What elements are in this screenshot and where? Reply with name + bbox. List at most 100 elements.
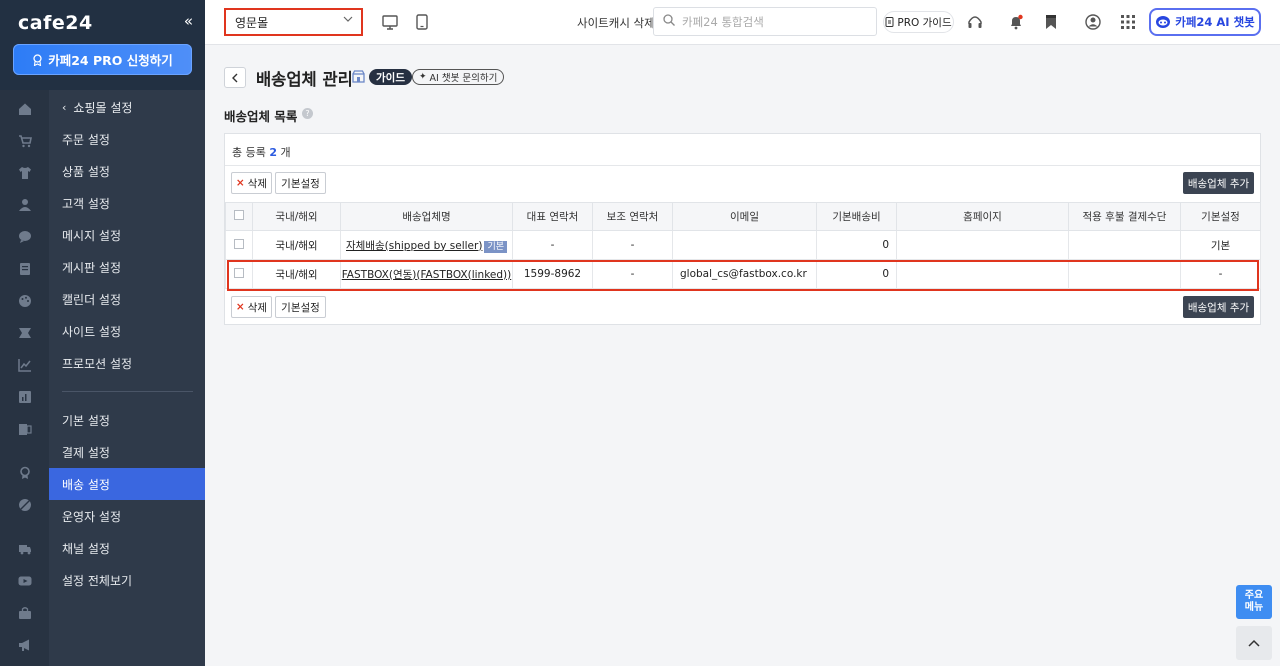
medal-icon[interactable] bbox=[17, 465, 32, 480]
cell-fee: 0 bbox=[816, 230, 897, 260]
delete-label: 삭제 bbox=[247, 301, 268, 314]
report-icon[interactable] bbox=[17, 389, 32, 404]
search-input[interactable]: 카페24 통합검색 bbox=[653, 7, 877, 36]
delete-label: 삭제 bbox=[247, 177, 268, 190]
chevron-down-icon bbox=[343, 14, 353, 27]
youtube-icon[interactable] bbox=[17, 573, 32, 588]
menu-item-calendar[interactable]: 캘린더 설정 bbox=[49, 283, 205, 315]
collapse-sidebar-button[interactable]: « bbox=[184, 12, 193, 30]
menu-back-shop-settings[interactable]: ‹ 쇼핑몰 설정 bbox=[49, 91, 205, 123]
user-icon[interactable] bbox=[17, 197, 32, 212]
cafe24-logo[interactable]: cafe24 bbox=[18, 12, 93, 34]
back-button[interactable] bbox=[224, 67, 246, 88]
pro-apply-button[interactable]: 카페24 PRO 신청하기 bbox=[13, 44, 192, 75]
main-menu-button[interactable]: 주요 메뉴 bbox=[1236, 585, 1272, 619]
col-default: 기본설정 bbox=[1180, 202, 1261, 231]
mall-select[interactable]: 영문몰 bbox=[224, 8, 363, 36]
headset-icon[interactable] bbox=[966, 13, 984, 31]
settings-menu: ‹ 쇼핑몰 설정 주문 설정 상품 설정 고객 설정 메시지 설정 게시판 설정… bbox=[49, 90, 205, 666]
shirt-icon[interactable] bbox=[17, 165, 32, 180]
menu-item-channel[interactable]: 채널 설정 bbox=[49, 532, 205, 564]
table-row: 국내/해외 자체배송(shipped by seller) 기본 - - 0 기본 bbox=[225, 230, 1261, 260]
total-number: 2 bbox=[269, 146, 278, 159]
carrier-list-panel: 총 등록 2 개 × 삭제 기본설정 배송업체 추가 국내/해외 배송업체명 대표… bbox=[224, 133, 1261, 325]
ai-chatbot-label: 카페24 AI 챗봇 bbox=[1175, 15, 1255, 29]
menu-item-all-settings[interactable]: 설정 전체보기 bbox=[49, 564, 205, 596]
guide-button[interactable]: 가이드 bbox=[369, 69, 412, 85]
robot-icon bbox=[1156, 16, 1171, 28]
menu-item-shipping[interactable]: 배송 설정 bbox=[49, 468, 205, 500]
home-icon[interactable] bbox=[17, 101, 32, 116]
set-default-button-bottom[interactable]: 기본설정 bbox=[275, 296, 326, 318]
bell-icon[interactable] bbox=[1007, 13, 1025, 31]
settings-doc-icon[interactable] bbox=[17, 421, 32, 436]
menu-item-product[interactable]: 상품 설정 bbox=[49, 155, 205, 187]
bookmark-icon[interactable] bbox=[1042, 13, 1060, 31]
sparkle-icon: ✦ bbox=[419, 72, 427, 82]
desktop-icon[interactable] bbox=[381, 13, 399, 31]
set-default-button-top[interactable]: 기본설정 bbox=[275, 172, 326, 194]
account-icon[interactable] bbox=[1084, 13, 1102, 31]
delete-button-bottom[interactable]: × 삭제 bbox=[231, 296, 272, 318]
scroll-top-button[interactable] bbox=[1236, 626, 1272, 660]
chat-icon[interactable] bbox=[17, 229, 32, 244]
menu-item-order[interactable]: 주문 설정 bbox=[49, 123, 205, 155]
menu-item-message[interactable]: 메시지 설정 bbox=[49, 219, 205, 251]
palette-off-icon[interactable] bbox=[17, 497, 32, 512]
cell-homepage bbox=[896, 230, 1069, 260]
cell-email: global_cs@fastbox.co.kr bbox=[672, 259, 817, 289]
menu-item-basic[interactable]: 기본 설정 bbox=[49, 404, 205, 436]
section-title: 배송업체 목록 bbox=[224, 109, 298, 124]
menu-item-promotion[interactable]: 프로모션 설정 bbox=[49, 347, 205, 379]
chevron-left-icon: ‹ bbox=[62, 100, 67, 114]
delete-button-top[interactable]: × 삭제 bbox=[231, 172, 272, 194]
chart-icon[interactable] bbox=[17, 357, 32, 372]
col-region: 국내/해외 bbox=[252, 202, 341, 231]
carrier-name-link[interactable]: FASTBOX(연동)(FASTBOX(linked)) bbox=[342, 269, 512, 281]
table-header-row: 국내/해외 배송업체명 대표 연락처 보조 연락처 이메일 기본배송비 홈페이지… bbox=[225, 202, 1261, 231]
row-checkbox[interactable] bbox=[234, 267, 244, 278]
col-carrier-name: 배송업체명 bbox=[340, 202, 513, 231]
row-checkbox[interactable] bbox=[234, 238, 244, 249]
menu-item-site[interactable]: 사이트 설정 bbox=[49, 315, 205, 347]
bag-icon[interactable] bbox=[17, 605, 32, 620]
cart-icon[interactable] bbox=[17, 133, 32, 148]
mobile-icon[interactable] bbox=[413, 13, 431, 31]
menu-item-board[interactable]: 게시판 설정 bbox=[49, 251, 205, 283]
total-count: 총 등록 2 개 bbox=[232, 144, 291, 160]
table-row: 국내/해외 FASTBOX(연동)(FASTBOX(linked)) 1599-… bbox=[225, 259, 1261, 289]
carrier-table: 국내/해외 배송업체명 대표 연락처 보조 연락처 이메일 기본배송비 홈페이지… bbox=[225, 202, 1261, 289]
row-checkbox-cell bbox=[225, 230, 253, 260]
board-icon[interactable] bbox=[17, 261, 32, 276]
icon-rail bbox=[0, 90, 49, 666]
menu-item-operator[interactable]: 운영자 설정 bbox=[49, 500, 205, 532]
cell-region: 국내/해외 bbox=[252, 230, 341, 260]
col-fee: 기본배송비 bbox=[816, 202, 897, 231]
site-cache-delete-link[interactable]: 사이트캐시 삭제 bbox=[577, 15, 655, 31]
store-icon[interactable] bbox=[352, 70, 365, 83]
select-all-checkbox[interactable] bbox=[234, 210, 244, 220]
search-icon bbox=[663, 14, 675, 26]
cell-homepage bbox=[896, 259, 1069, 289]
add-carrier-button-bottom[interactable]: 배송업체 추가 bbox=[1183, 296, 1254, 318]
chevron-up-icon bbox=[1248, 639, 1260, 647]
total-suffix: 개 bbox=[280, 146, 291, 159]
site-icon[interactable] bbox=[17, 325, 32, 340]
ai-chatbot-button[interactable]: 카페24 AI 챗봇 bbox=[1149, 8, 1261, 36]
add-carrier-button-top[interactable]: 배송업체 추가 bbox=[1183, 172, 1254, 194]
menu-item-payment[interactable]: 결제 설정 bbox=[49, 436, 205, 468]
palette-icon[interactable] bbox=[17, 293, 32, 308]
carrier-name-link[interactable]: 자체배송(shipped by seller) bbox=[346, 240, 482, 252]
help-icon[interactable]: ? bbox=[302, 108, 313, 119]
pro-guide-label: PRO 가이드 bbox=[897, 16, 952, 29]
menu-item-customer[interactable]: 고객 설정 bbox=[49, 187, 205, 219]
megaphone-icon[interactable] bbox=[17, 637, 32, 652]
apps-grid-icon[interactable] bbox=[1119, 13, 1137, 31]
page-title: 배송업체 관리 bbox=[256, 70, 353, 89]
cell-postpay bbox=[1068, 259, 1181, 289]
cell-default: - bbox=[1180, 259, 1261, 289]
ai-inquiry-button[interactable]: ✦ AI 챗봇 문의하기 bbox=[412, 69, 505, 85]
cell-postpay bbox=[1068, 230, 1181, 260]
pro-guide-button[interactable]: PRO 가이드 bbox=[883, 11, 954, 33]
truck-icon[interactable] bbox=[17, 541, 32, 556]
